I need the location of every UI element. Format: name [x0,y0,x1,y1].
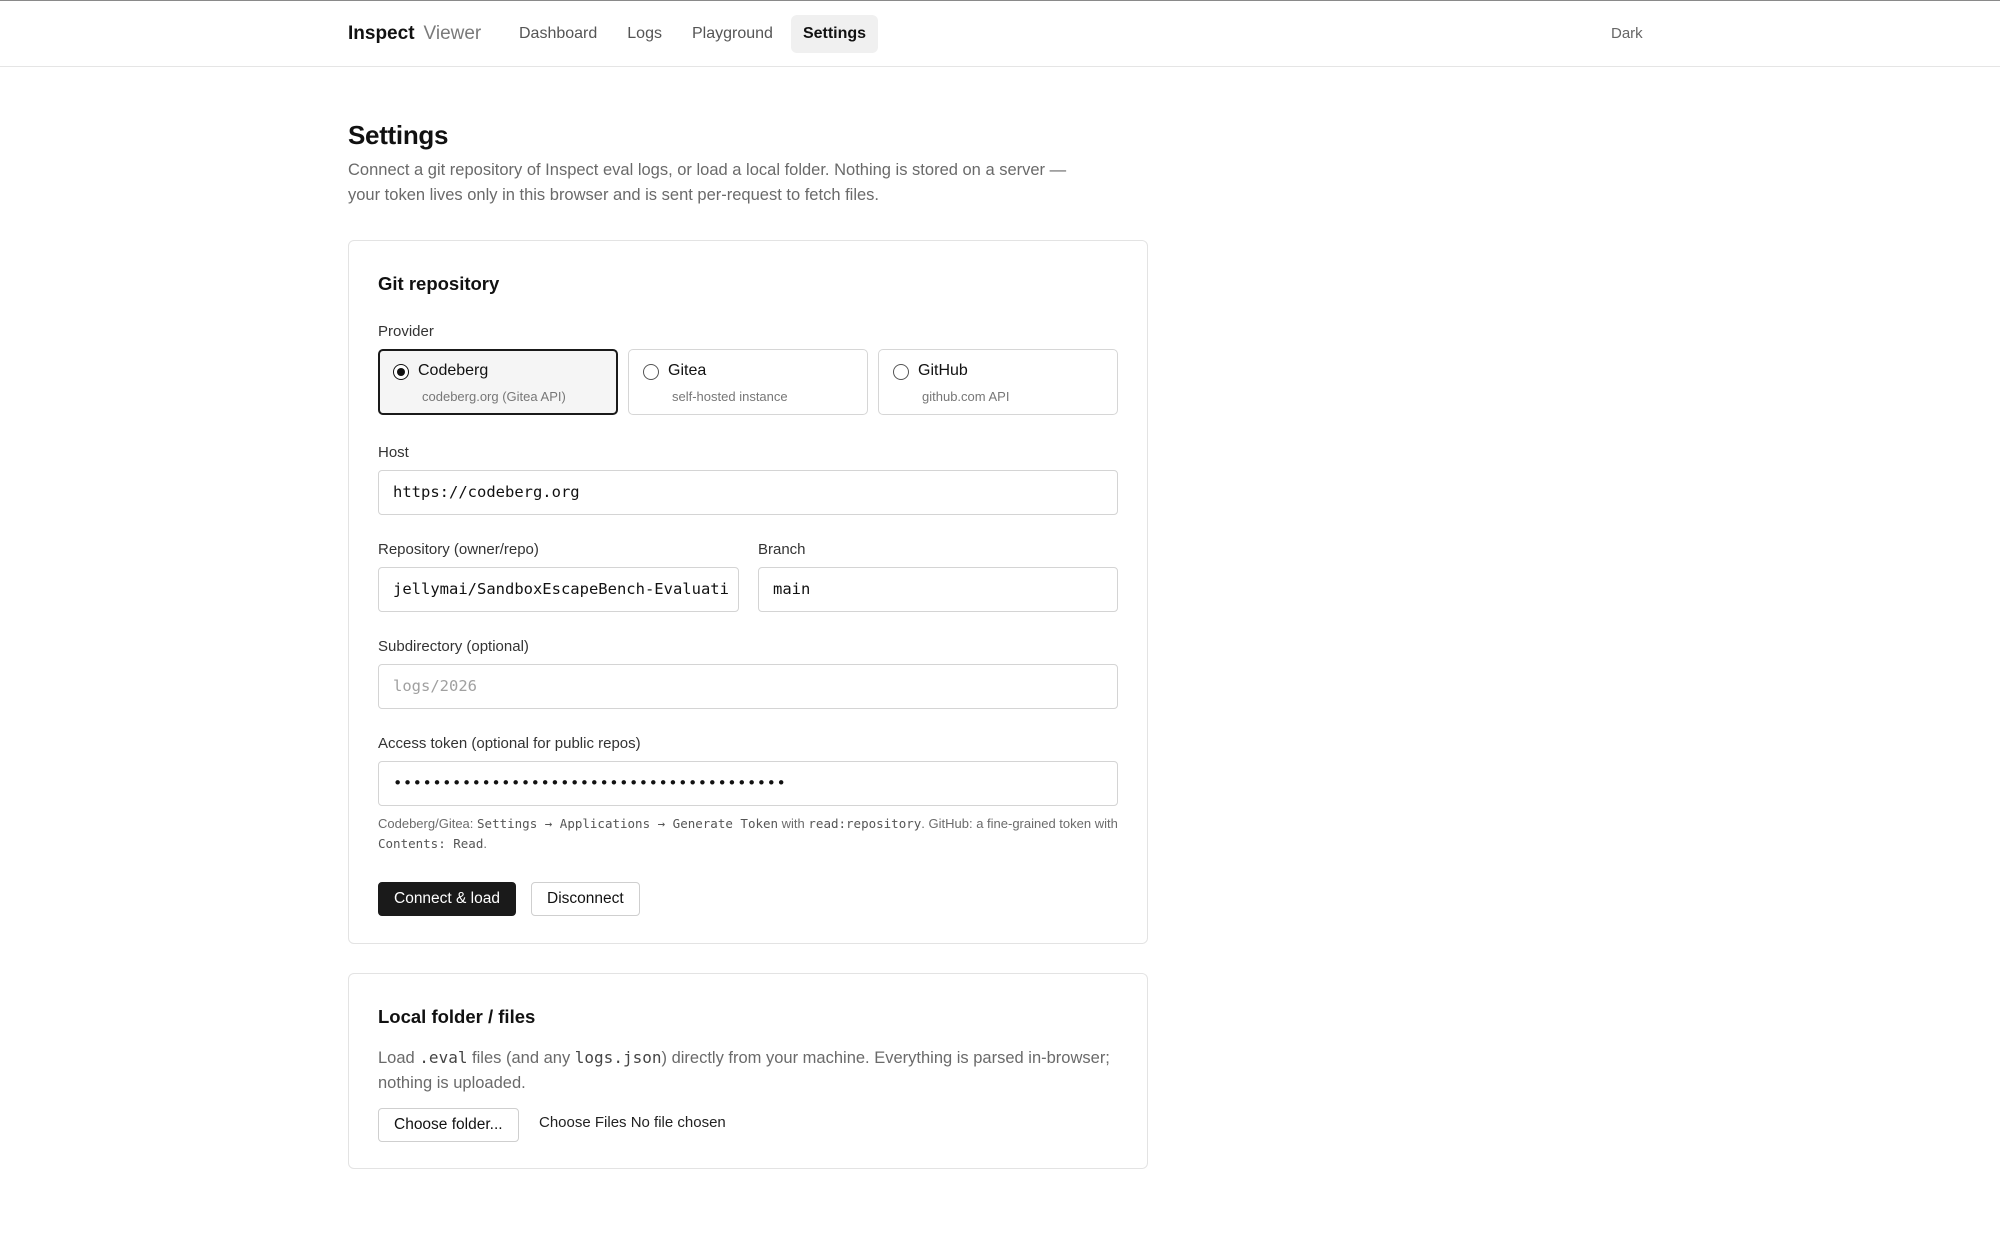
hint-text: . [483,836,487,851]
nav-playground[interactable]: Playground [680,15,785,53]
desc-code: logs.json [574,1048,662,1067]
radio-unselected-icon[interactable] [893,364,909,380]
provider-name: Codeberg [418,362,489,379]
file-status-text: No file chosen [630,1114,726,1131]
local-description: Load .eval files (and any logs.json) dir… [378,1045,1118,1096]
provider-label: Provider [378,323,434,340]
branch-label: Branch [758,541,806,558]
token-hint: Codeberg/Gitea: Settings → Applications … [378,814,1118,854]
theme-toggle-button[interactable]: Dark [1611,25,1643,42]
access-token-label: Access token (optional for public repos) [378,735,641,752]
hint-text: . GitHub: a fine-grained token with [921,816,1118,831]
local-card-title: Local folder / files [378,1006,536,1027]
subdirectory-input[interactable]: logs/2026 [378,664,1118,709]
provider-option-gitea[interactable]: Gitea self-hosted instance [628,349,868,415]
hint-code: read:repository [808,816,922,831]
main-nav: Dashboard Logs Playground Settings [507,15,879,53]
host-label: Host [378,444,409,461]
brand-suffix: Viewer [423,23,482,44]
provider-description: self-hosted instance [672,389,788,404]
desc-text: Load [378,1049,420,1067]
provider-name: GitHub [918,362,968,379]
desc-code: .eval [419,1048,468,1067]
choose-files-button[interactable]: Choose Files [539,1114,627,1131]
provider-option-github[interactable]: GitHub github.com API [878,349,1118,415]
hint-code: Contents: Read [378,836,484,851]
subdirectory-label: Subdirectory (optional) [378,638,529,655]
provider-name: Gitea [668,362,707,379]
provider-options: Codeberg codeberg.org (Gitea API) Gitea … [378,349,1118,415]
brand-name: Inspect [348,23,415,44]
access-token-input[interactable]: •••••••••••••••••••••••••••••••••••••••• [378,761,1118,806]
file-input[interactable]: Choose Files No file chosen [539,1114,726,1131]
top-bar: Inspect Viewer Dashboard Logs Playground… [0,0,2000,67]
git-repository-card: Git repository Provider Codeberg codeber… [348,240,1148,944]
provider-option-codeberg[interactable]: Codeberg codeberg.org (Gitea API) [378,349,618,415]
radio-unselected-icon[interactable] [643,364,659,380]
provider-description: codeberg.org (Gitea API) [422,389,566,404]
hint-text: with [778,816,809,831]
nav-settings[interactable]: Settings [790,15,879,53]
provider-description: github.com API [922,389,1010,404]
repository-input[interactable]: jellymai/SandboxEscapeBench-Evaluati [378,567,739,612]
radio-selected-icon[interactable] [393,364,409,380]
app-brand[interactable]: Inspect Viewer [348,23,481,45]
branch-input[interactable]: main [758,567,1118,612]
connect-load-button[interactable]: Connect & load [378,882,516,916]
git-card-title: Git repository [378,273,500,294]
page-title: Settings [348,120,449,150]
disconnect-button[interactable]: Disconnect [531,882,640,916]
nav-dashboard[interactable]: Dashboard [507,15,609,53]
desc-text: files (and any [467,1049,575,1067]
local-folder-card: Local folder / files Load .eval files (a… [348,973,1148,1169]
choose-folder-button[interactable]: Choose folder... [378,1108,519,1142]
nav-logs[interactable]: Logs [615,15,674,53]
page-description: Connect a git repository of Inspect eval… [348,161,1067,204]
repository-label: Repository (owner/repo) [378,541,539,558]
host-input[interactable]: https://codeberg.org [378,470,1118,515]
hint-code: Settings → Applications → Generate Token [477,816,779,831]
hint-text: Codeberg/Gitea: [378,816,478,831]
